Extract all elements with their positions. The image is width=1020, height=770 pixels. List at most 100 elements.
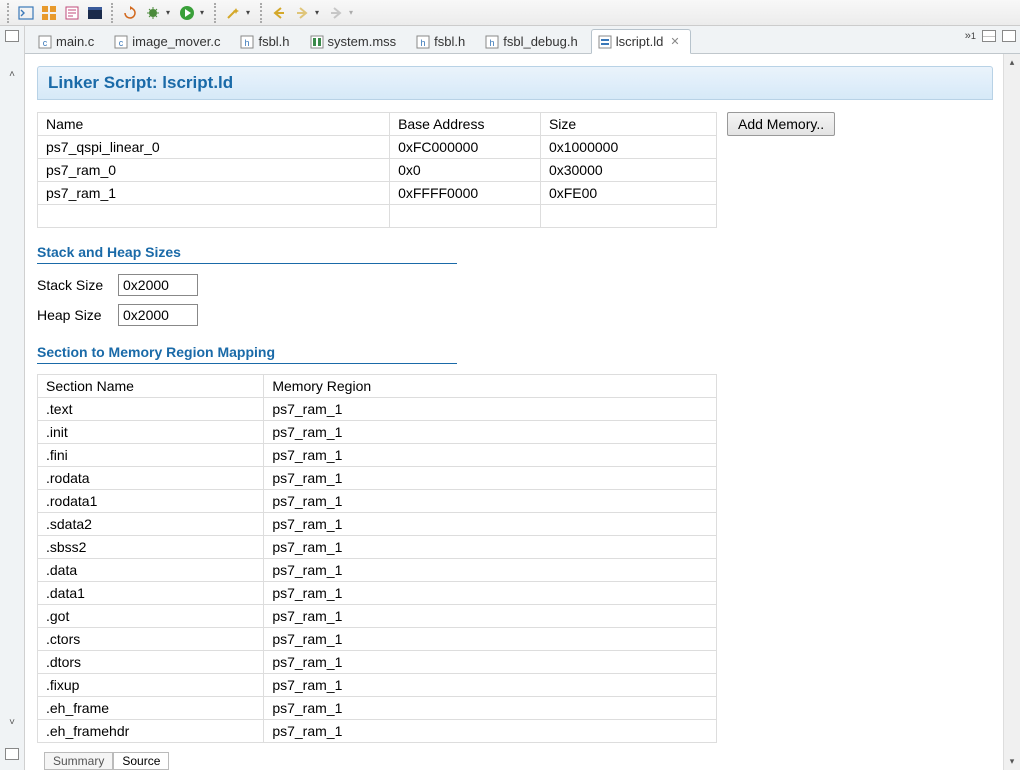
dropdown-arrow[interactable]: ▾ [315,8,323,17]
table-row[interactable]: .finips7_ram_1 [38,444,717,467]
close-icon[interactable]: ✕ [670,35,679,48]
scroll-down-icon[interactable]: ▾ [1004,753,1020,770]
table-cell[interactable]: ps7_qspi_linear_0 [38,136,390,159]
table-cell[interactable]: .dtors [38,651,264,674]
scroll-down-icon[interactable]: ˅ [4,714,20,730]
scroll-up-icon[interactable]: ˄ [4,66,20,82]
table-cell[interactable]: ps7_ram_1 [264,490,717,513]
table-cell[interactable]: 0x30000 [540,159,716,182]
table-cell[interactable]: .rodata [38,467,264,490]
table-cell[interactable]: ps7_ram_1 [264,467,717,490]
dropdown-arrow[interactable]: ▾ [349,8,357,17]
table-row[interactable]: .sdata2ps7_ram_1 [38,513,717,536]
table-row[interactable]: .rodata1ps7_ram_1 [38,490,717,513]
table-row[interactable]: ps7_ram_10xFFFF00000xFE00 [38,182,717,205]
terminal-icon[interactable] [85,3,105,23]
wand-icon[interactable] [223,3,243,23]
section-mapping-table[interactable]: Section Name Memory Region .textps7_ram_… [37,374,717,743]
table-cell[interactable]: .sbss2 [38,536,264,559]
table-cell[interactable]: ps7_ram_1 [264,421,717,444]
table-row[interactable]: .sbss2ps7_ram_1 [38,536,717,559]
tab-main-c[interactable]: c main.c [31,29,105,53]
tab-source[interactable]: Source [113,752,169,770]
table-row[interactable]: .eh_frameps7_ram_1 [38,697,717,720]
table-cell[interactable]: 0xFE00 [540,182,716,205]
forward-icon[interactable] [292,3,312,23]
table-cell[interactable]: 0x1000000 [540,136,716,159]
run-icon[interactable] [177,3,197,23]
tab-fsbl-debug-h[interactable]: h fsbl_debug.h [478,29,588,53]
table-cell[interactable]: .eh_frame [38,697,264,720]
back-icon[interactable] [269,3,289,23]
tab-system-mss[interactable]: system.mss [303,29,408,53]
table-row[interactable]: ps7_qspi_linear_00xFC0000000x1000000 [38,136,717,159]
stack-size-input[interactable] [118,274,198,296]
heap-size-input[interactable] [118,304,198,326]
table-cell[interactable]: ps7_ram_1 [264,651,717,674]
table-cell[interactable]: .got [38,605,264,628]
table-row[interactable]: .gotps7_ram_1 [38,605,717,628]
dropdown-arrow[interactable]: ▾ [246,8,254,17]
table-cell[interactable]: ps7_ram_1 [264,628,717,651]
table-cell[interactable]: ps7_ram_1 [264,536,717,559]
table-row[interactable]: .data1ps7_ram_1 [38,582,717,605]
table-cell[interactable]: ps7_ram_1 [264,513,717,536]
table-cell[interactable]: ps7_ram_1 [264,674,717,697]
tab-overflow-button[interactable]: »1 [965,30,976,42]
table-row[interactable]: .rodataps7_ram_1 [38,467,717,490]
tab-fsbl-h[interactable]: h fsbl.h [233,29,300,53]
table-cell[interactable]: ps7_ram_1 [264,582,717,605]
dropdown-arrow[interactable]: ▾ [166,8,174,17]
scroll-up-icon[interactable]: ▴ [1004,54,1020,71]
table-cell[interactable]: .fixup [38,674,264,697]
table-cell[interactable]: ps7_ram_1 [38,182,390,205]
table-cell[interactable]: ps7_ram_1 [264,720,717,743]
table-row[interactable]: .textps7_ram_1 [38,398,717,421]
maximize-view-icon[interactable] [1002,30,1016,42]
toolbar-grip[interactable] [7,3,10,23]
table-cell[interactable]: 0xFFFF0000 [390,182,541,205]
restore-view-icon[interactable] [5,748,19,760]
table-cell[interactable]: .sdata2 [38,513,264,536]
table-cell[interactable]: ps7_ram_1 [264,559,717,582]
console-icon[interactable] [16,3,36,23]
minimize-view-icon[interactable] [982,30,996,42]
memory-regions-table[interactable]: Name Base Address Size ps7_qspi_linear_0… [37,112,717,228]
tab-lscript-ld[interactable]: lscript.ld ✕ [591,29,691,54]
notepad-icon[interactable] [62,3,82,23]
dropdown-arrow[interactable]: ▾ [200,8,208,17]
table-row-empty[interactable] [38,205,717,228]
table-cell[interactable]: 0xFC000000 [390,136,541,159]
grid-icon[interactable] [39,3,59,23]
table-cell[interactable]: ps7_ram_1 [264,697,717,720]
table-row[interactable]: .fixupps7_ram_1 [38,674,717,697]
vertical-scrollbar[interactable]: ▴ ▾ [1003,54,1020,770]
table-cell[interactable]: .data1 [38,582,264,605]
table-cell[interactable]: ps7_ram_1 [264,605,717,628]
table-cell[interactable]: .rodata1 [38,490,264,513]
forward2-icon[interactable] [326,3,346,23]
table-row[interactable]: .initps7_ram_1 [38,421,717,444]
table-row[interactable]: .ctorsps7_ram_1 [38,628,717,651]
table-cell[interactable]: .fini [38,444,264,467]
table-row[interactable]: ps7_ram_00x00x30000 [38,159,717,182]
table-row[interactable]: .eh_framehdrps7_ram_1 [38,720,717,743]
restore-view-icon[interactable] [5,30,19,42]
table-cell[interactable]: ps7_ram_1 [264,398,717,421]
table-cell[interactable]: .ctors [38,628,264,651]
table-row[interactable]: .dtorsps7_ram_1 [38,651,717,674]
table-cell[interactable]: .text [38,398,264,421]
table-cell[interactable]: ps7_ram_0 [38,159,390,182]
table-cell[interactable]: .eh_framehdr [38,720,264,743]
table-cell[interactable]: 0x0 [390,159,541,182]
tab-fsbl-h-2[interactable]: h fsbl.h [409,29,476,53]
debug-icon[interactable] [143,3,163,23]
table-cell[interactable]: .data [38,559,264,582]
table-cell[interactable]: ps7_ram_1 [264,444,717,467]
tab-summary[interactable]: Summary [44,752,113,770]
table-row[interactable]: .dataps7_ram_1 [38,559,717,582]
add-memory-button[interactable]: Add Memory.. [727,112,835,136]
refresh-icon[interactable] [120,3,140,23]
table-cell[interactable]: .init [38,421,264,444]
tab-image-mover-c[interactable]: c image_mover.c [107,29,231,53]
